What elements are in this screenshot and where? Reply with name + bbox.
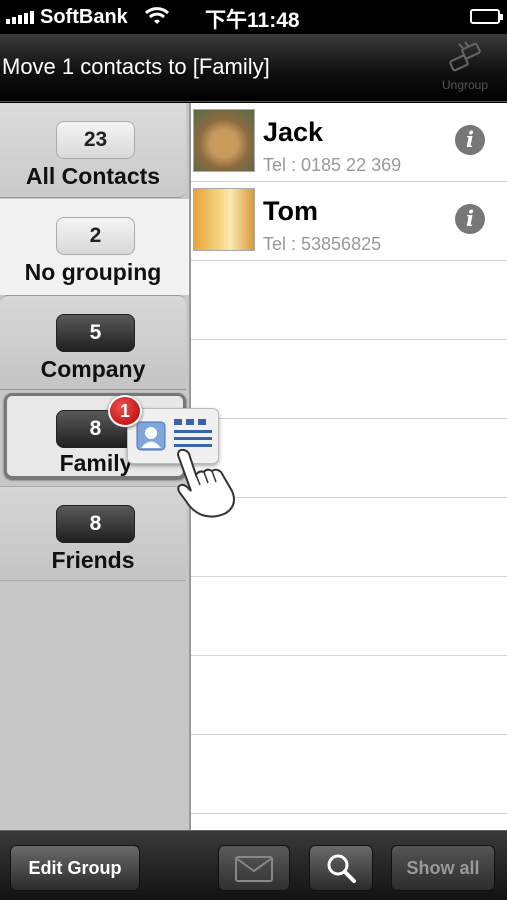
group-item-no-grouping[interactable]: 2 No grouping: [0, 199, 189, 295]
group-count: 8: [56, 505, 135, 543]
group-name: No grouping: [24, 259, 162, 285]
ungroup-icon: [449, 41, 481, 72]
group-name: All Contacts: [25, 163, 161, 189]
contact-tel: Tel : 53856825: [263, 234, 382, 254]
group-sidebar: 23 All Contacts 2 No grouping 5 Company …: [0, 103, 189, 830]
group-name: Friends: [51, 547, 135, 573]
row-divider: [191, 339, 507, 340]
group-item-company[interactable]: 5 Company: [0, 295, 186, 390]
row-divider: [191, 418, 507, 419]
battery-icon: [470, 9, 503, 24]
group-item-friends[interactable]: 8 Friends: [0, 486, 186, 581]
hand-pointer-icon: [176, 448, 235, 518]
mail-button[interactable]: [218, 845, 290, 891]
search-icon: [327, 854, 356, 883]
contact-row-tom[interactable]: Tom Tel : 53856825 i: [191, 182, 507, 261]
group-count: 2: [56, 217, 135, 255]
group-count: 23: [56, 121, 135, 159]
person-icon: [136, 421, 166, 451]
status-time: 下午11:48: [205, 9, 300, 32]
contact-row-jack[interactable]: Jack Tel : 0185 22 369 i: [191, 103, 507, 182]
page-title: Move 1 contacts to [Family]: [2, 54, 270, 79]
contact-tel: Tel : 0185 22 369: [263, 155, 402, 175]
search-button[interactable]: [309, 845, 373, 891]
ungroup-label: Ungroup: [441, 78, 489, 92]
mail-icon: [235, 856, 273, 882]
navigation-bar: Move 1 contacts to [Family] Ungroup: [0, 34, 507, 102]
group-item-all-contacts[interactable]: 23 All Contacts: [0, 103, 186, 198]
edit-group-button[interactable]: Edit Group: [10, 845, 140, 891]
row-divider: [191, 576, 507, 577]
signal-icon: [6, 10, 34, 24]
info-icon[interactable]: i: [455, 125, 485, 155]
status-bar: SoftBank 下午11:48: [0, 0, 507, 34]
contact-name: Tom: [263, 196, 318, 226]
info-icon[interactable]: i: [455, 204, 485, 234]
show-all-button[interactable]: Show all: [391, 845, 495, 891]
drag-count-badge: 1: [108, 395, 142, 427]
wifi-icon: [144, 7, 170, 24]
contact-name: Jack: [263, 117, 324, 147]
row-divider: [191, 734, 507, 735]
contact-photo: [193, 188, 255, 251]
bottom-toolbar: Edit Group Show all: [0, 830, 507, 900]
group-name: Company: [40, 356, 146, 382]
row-divider: [191, 260, 507, 261]
row-divider: [191, 813, 507, 814]
carrier-name: SoftBank: [40, 6, 128, 28]
group-count: 5: [56, 314, 135, 352]
contact-photo: [193, 109, 255, 172]
row-divider: [191, 655, 507, 656]
ungroup-button[interactable]: Ungroup: [437, 40, 493, 96]
